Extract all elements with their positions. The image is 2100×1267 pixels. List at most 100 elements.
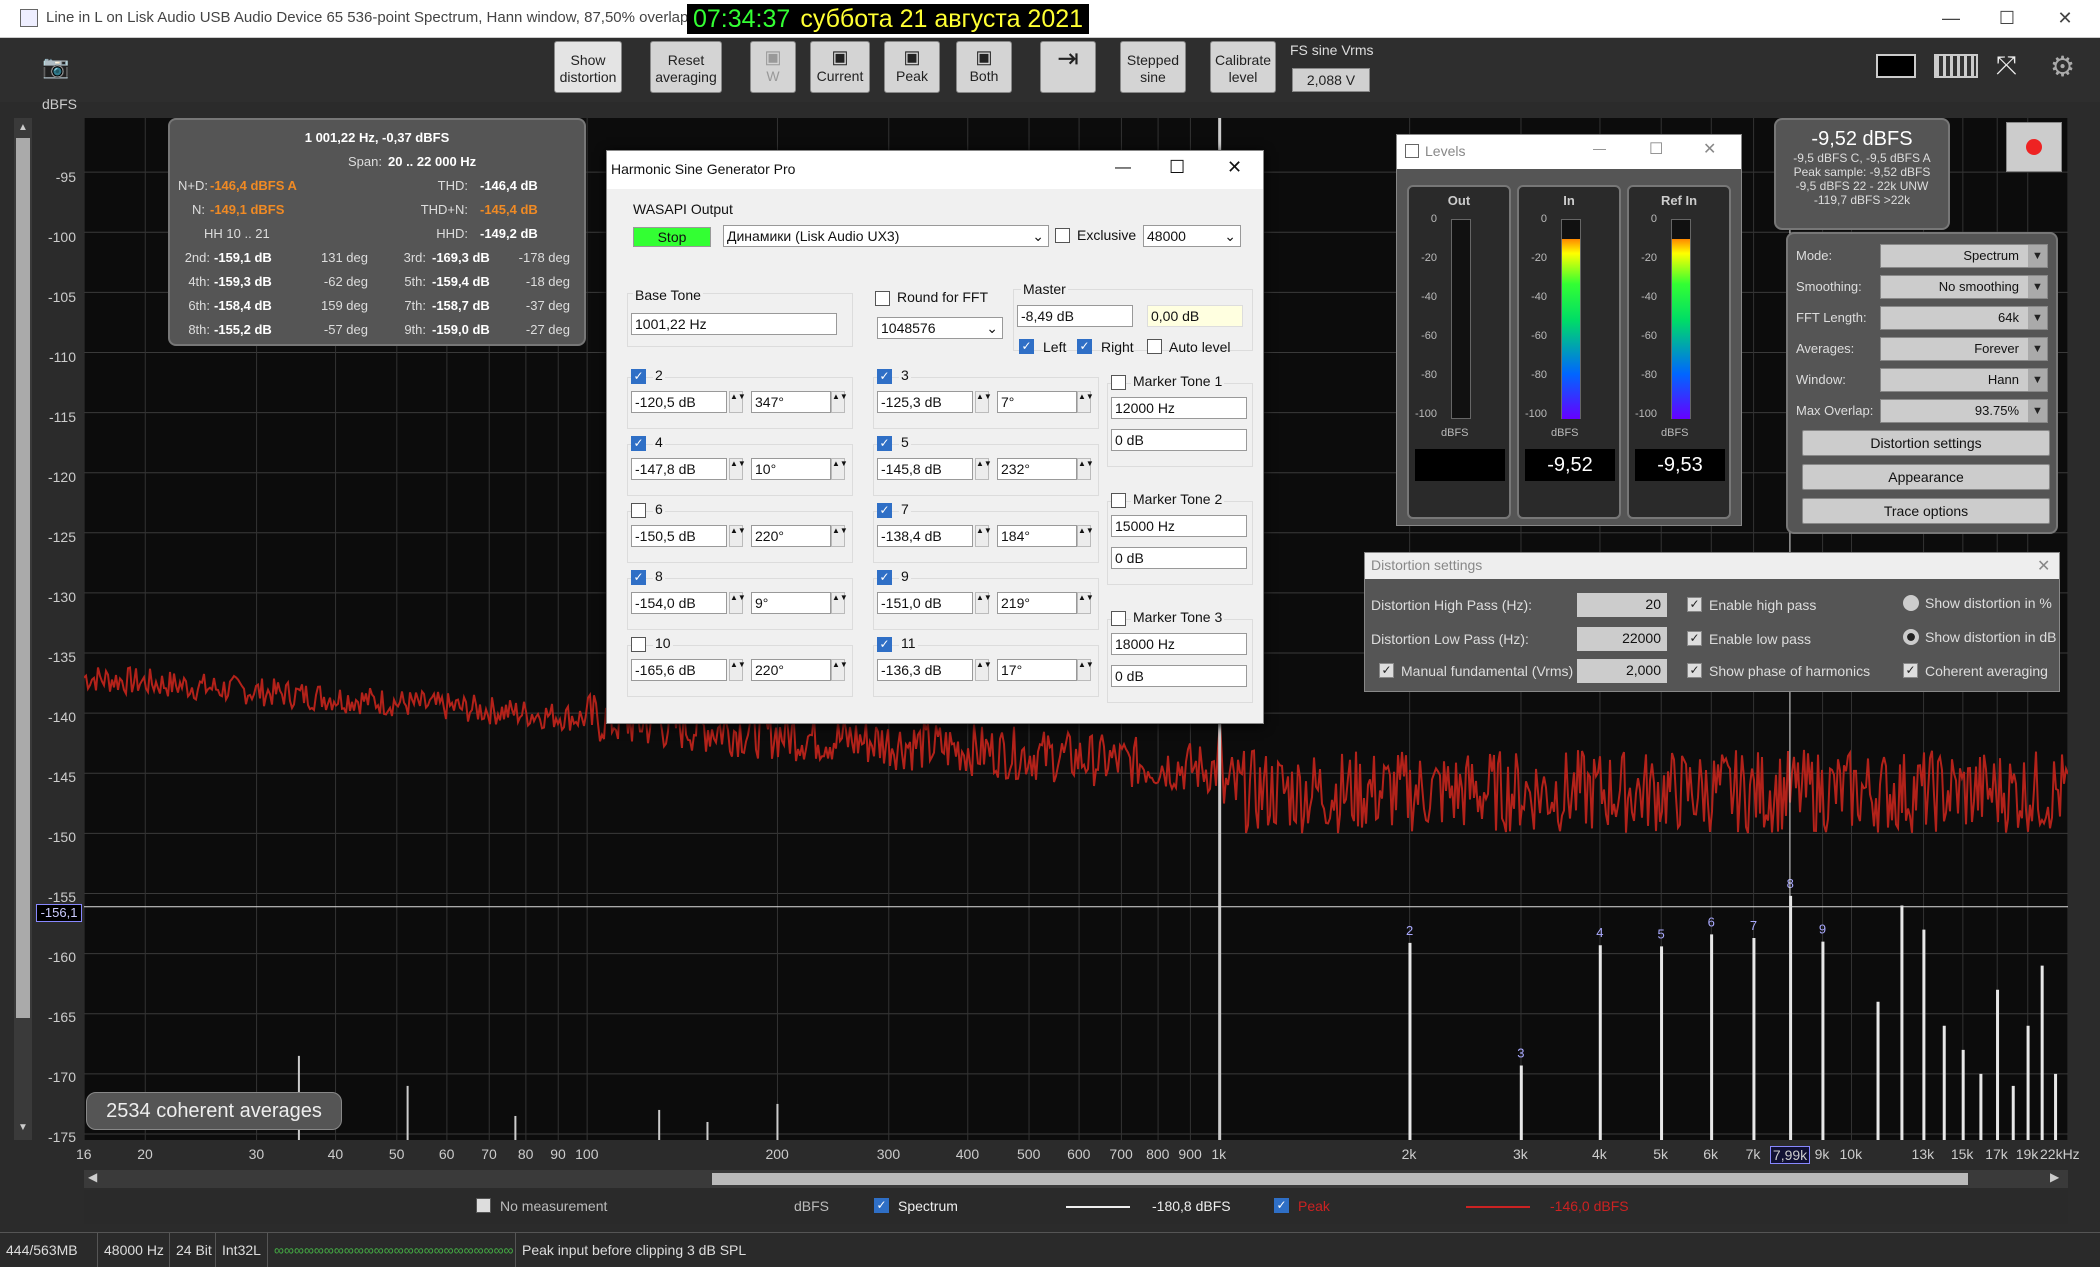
marker-freq-input[interactable]: 12000 Hz xyxy=(1111,397,1247,419)
spin-icon[interactable]: ▲▼ xyxy=(1077,391,1094,413)
harmonic-phase-input[interactable]: 232° xyxy=(997,458,1077,480)
record-button[interactable] xyxy=(2006,122,2062,172)
spin-icon[interactable]: ▲▼ xyxy=(975,592,992,614)
harmonic-level-input[interactable]: -136,3 dB xyxy=(877,659,973,681)
harmonic-phase-input[interactable]: 219° xyxy=(997,592,1077,614)
setting-select[interactable]: Forever xyxy=(1880,337,2048,361)
dropdown-arrow-icon[interactable]: ▼ xyxy=(2028,369,2047,391)
camera-icon[interactable]: 📷 xyxy=(42,54,78,80)
marker-freq-input[interactable]: 18000 Hz xyxy=(1111,633,1247,655)
dropdown-arrow-icon[interactable]: ▼ xyxy=(2028,400,2047,422)
harmonic-phase-input[interactable]: 17° xyxy=(997,659,1077,681)
harmonic-checkbox[interactable] xyxy=(631,503,646,518)
setting-select[interactable]: No smoothing xyxy=(1880,275,2048,299)
harmonic-level-input[interactable]: -154,0 dB xyxy=(631,592,727,614)
dist-close-button[interactable]: ✕ xyxy=(2037,556,2050,576)
dropdown-arrow-icon[interactable]: ▼ xyxy=(2028,245,2047,267)
fs-value[interactable]: 2,088 V xyxy=(1292,68,1370,92)
spin-icon[interactable]: ▲▼ xyxy=(729,592,746,614)
marker-checkbox[interactable] xyxy=(1111,611,1126,626)
setting-select[interactable]: 93.75% xyxy=(1880,399,2048,423)
spin-icon[interactable]: ▲▼ xyxy=(975,659,992,681)
harmonic-phase-input[interactable]: 7° xyxy=(997,391,1077,413)
current-button[interactable]: ▣ Current xyxy=(810,41,870,93)
spin-icon[interactable]: ▲▼ xyxy=(831,659,848,681)
show-pct-radio[interactable] xyxy=(1903,595,1919,611)
spin-icon[interactable]: ▲▼ xyxy=(729,659,746,681)
coherent-checkbox[interactable]: ✓ xyxy=(1903,663,1918,678)
marker-level-input[interactable]: 0 dB xyxy=(1111,547,1247,569)
harmonic-phase-input[interactable]: 220° xyxy=(751,659,831,681)
maximize-button[interactable]: ☐ xyxy=(1992,8,2022,29)
columns-icon[interactable] xyxy=(1934,54,1978,78)
layout-icon[interactable] xyxy=(1876,54,1916,78)
spin-icon[interactable]: ▲▼ xyxy=(831,592,848,614)
enable-lp-checkbox[interactable]: ✓ xyxy=(1687,631,1702,646)
harmonic-checkbox[interactable]: ✓ xyxy=(877,503,892,518)
setting-select[interactable]: Spectrum xyxy=(1880,244,2048,268)
right-checkbox[interactable]: ✓ xyxy=(1077,339,1092,354)
dropdown-arrow-icon[interactable]: ▼ xyxy=(2028,276,2047,298)
setting-select[interactable]: 64k xyxy=(1880,306,2048,330)
spin-icon[interactable]: ▲▼ xyxy=(831,458,848,480)
stop-button[interactable]: Stop xyxy=(633,227,711,247)
calibrate-level-button[interactable]: Calibrate level xyxy=(1210,41,1276,93)
horizontal-scrollbar[interactable]: ◀ ▶ xyxy=(84,1170,2068,1188)
levels-minimize-button[interactable]: — xyxy=(1593,141,1606,156)
close-button[interactable]: ✕ xyxy=(2050,8,2080,29)
spin-icon[interactable]: ▲▼ xyxy=(831,525,848,547)
harmonic-checkbox[interactable]: ✓ xyxy=(877,369,892,384)
spin-icon[interactable]: ▲▼ xyxy=(1077,592,1094,614)
spectrum-checkbox[interactable]: ✓ xyxy=(874,1198,889,1213)
dropdown-arrow-icon[interactable]: ▼ xyxy=(2028,307,2047,329)
h-scroll-thumb[interactable] xyxy=(712,1173,1968,1185)
levels-maximize-button[interactable]: ☐ xyxy=(1649,139,1663,159)
reset-averaging-button[interactable]: Reset averaging xyxy=(650,41,722,93)
marker-level-input[interactable]: 0 dB xyxy=(1111,429,1247,451)
levels-close-button[interactable]: ✕ xyxy=(1703,139,1716,159)
export-button[interactable]: ⇥ xyxy=(1040,41,1096,93)
harmonic-level-input[interactable]: -145,8 dB xyxy=(877,458,973,480)
harmonic-checkbox[interactable] xyxy=(631,637,646,652)
show-phase-checkbox[interactable]: ✓ xyxy=(1687,663,1702,678)
base-tone-input[interactable]: 1001,22 Hz xyxy=(631,313,837,335)
show-db-radio[interactable] xyxy=(1903,629,1919,645)
rate-select[interactable]: 48000 ⌄ xyxy=(1143,225,1241,247)
scroll-down-icon[interactable]: ▼ xyxy=(16,1122,30,1136)
stepped-sine-button[interactable]: Stepped sine xyxy=(1120,41,1186,93)
trace-options-button[interactable]: Trace options xyxy=(1802,498,2050,524)
hp-input[interactable]: 20 xyxy=(1577,593,1667,617)
device-select[interactable]: Динамики (Lisk Audio UX3) ⌄ xyxy=(723,225,1049,247)
spin-icon[interactable]: ▲▼ xyxy=(729,458,746,480)
harmonic-checkbox[interactable]: ✓ xyxy=(877,637,892,652)
gear-icon[interactable]: ⚙ xyxy=(2050,50,2075,83)
harmonic-level-input[interactable]: -150,5 dB xyxy=(631,525,727,547)
gen-minimize-button[interactable]: — xyxy=(1115,159,1131,177)
harmonic-checkbox[interactable]: ✓ xyxy=(631,436,646,451)
spin-icon[interactable]: ▲▼ xyxy=(975,525,992,547)
vertical-scrollbar[interactable]: ▲ ▼ xyxy=(14,118,32,1140)
spin-icon[interactable]: ▲▼ xyxy=(975,458,992,480)
fullscreen-icon[interactable]: ⤧ xyxy=(1996,50,2017,82)
peak-checkbox[interactable]: ✓ xyxy=(1274,1198,1289,1213)
harmonic-checkbox[interactable]: ✓ xyxy=(877,436,892,451)
harmonic-level-input[interactable]: -138,4 dB xyxy=(877,525,973,547)
harmonic-checkbox[interactable]: ✓ xyxy=(631,369,646,384)
harmonic-phase-input[interactable]: 347° xyxy=(751,391,831,413)
harmonic-level-input[interactable]: -147,8 dB xyxy=(631,458,727,480)
scroll-up-icon[interactable]: ▲ xyxy=(16,122,30,136)
fft-size-select[interactable]: 1048576 ⌄ xyxy=(877,317,1003,339)
harmonic-phase-input[interactable]: 9° xyxy=(751,592,831,614)
spin-icon[interactable]: ▲▼ xyxy=(1077,525,1094,547)
scroll-left-icon[interactable]: ◀ xyxy=(88,1170,97,1184)
harmonic-level-input[interactable]: -165,6 dB xyxy=(631,659,727,681)
round-fft-checkbox[interactable] xyxy=(875,291,890,306)
w-button[interactable]: ▣ W xyxy=(750,41,796,93)
scroll-thumb[interactable] xyxy=(16,138,30,1018)
harmonic-phase-input[interactable]: 10° xyxy=(751,458,831,480)
enable-hp-checkbox[interactable]: ✓ xyxy=(1687,597,1702,612)
harmonic-level-input[interactable]: -151,0 dB xyxy=(877,592,973,614)
marker-level-input[interactable]: 0 dB xyxy=(1111,665,1247,687)
both-button[interactable]: ▣ Both xyxy=(956,41,1012,93)
manual-fundamental-input[interactable]: 2,000 xyxy=(1577,659,1667,683)
